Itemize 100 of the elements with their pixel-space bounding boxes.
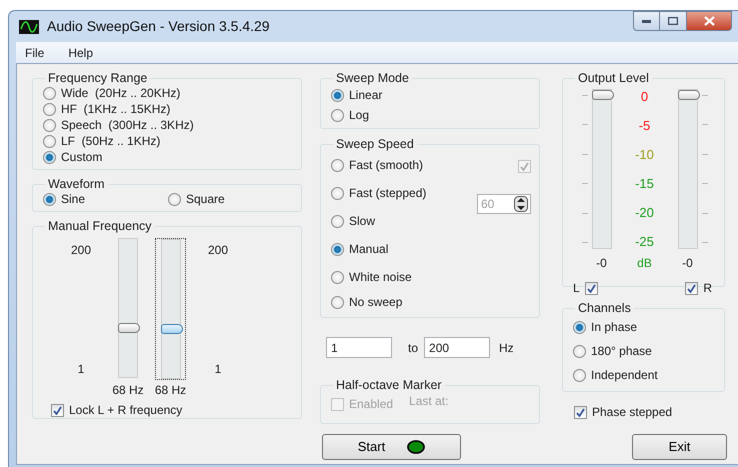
frequency-reading: 68 Hz [112,382,144,399]
group-title: Output Level [577,71,650,85]
slider-thumb[interactable] [678,90,700,100]
checkbox[interactable] [51,404,64,416]
radio-button[interactable] [43,134,56,148]
radio-label[interactable]: No sweep [349,293,402,311]
radio-button[interactable] [573,320,586,334]
tick-mark [582,242,588,243]
start-button[interactable]: Start [322,434,461,460]
exit-button[interactable]: Exit [632,434,727,460]
radio-button[interactable] [43,192,56,206]
radio-label[interactable]: Wide (20Hz .. 20KHz) [61,84,180,102]
group-title: Waveform [47,177,106,191]
radio-button[interactable] [43,118,56,132]
tick-mark [582,212,588,214]
tick-mark [582,95,588,96]
level-reading: -0 [682,255,693,272]
radio-label[interactable]: Linear [349,86,382,104]
slider-thumb[interactable] [592,90,614,100]
tick-mark [582,183,588,184]
checkbox-label[interactable]: Phase stepped [592,403,672,421]
checkbox[interactable] [685,282,698,294]
radio-button[interactable] [331,108,344,122]
radio-label[interactable]: White noise [349,268,412,286]
group-title: Manual Frequency [47,219,153,233]
scale-label: -15 [635,176,654,191]
tick-mark [582,154,588,155]
checkbox-label[interactable]: Lock L + R frequency [69,401,182,419]
radio-button[interactable] [331,296,344,308]
frequency-reading: 68 Hz [154,382,186,399]
maximize-button[interactable] [660,11,687,31]
group-title: Sweep Speed [335,137,415,151]
radio-button[interactable] [331,186,344,200]
menu-item[interactable]: Help [65,44,96,62]
scale-label: -25 [635,234,654,249]
radio-label[interactable]: Fast (stepped) [349,184,426,202]
group-title: Sweep Mode [335,71,410,85]
tick-mark [582,124,588,126]
scale-label: -10 [635,147,654,162]
checkbox[interactable] [574,406,587,418]
group-title: Half-octave Marker [335,378,443,392]
radio-button[interactable] [331,88,344,102]
radio-button[interactable] [43,102,56,116]
level-reading: -0 [596,255,607,272]
radio-label[interactable]: Custom [61,148,102,166]
radio-label[interactable]: 180° phase [591,342,652,360]
tick-mark [702,154,708,155]
field-label: to [408,340,418,356]
radio-label[interactable]: Square [186,190,225,208]
scale-label: -5 [638,118,650,133]
slider-thumb[interactable] [118,323,140,334]
radio-button[interactable] [573,368,586,382]
tick-mark [702,242,708,243]
radio-label[interactable]: Manual [349,240,388,258]
unit-label: dB [637,255,652,272]
led-icon [407,440,426,454]
window-title: Audio SweepGen - Version 3.5.4.29 [47,17,270,36]
scale-label: 1 [78,361,84,378]
input-field[interactable]: 200 [424,337,490,358]
tick-mark [702,124,708,126]
close-button[interactable] [687,11,732,31]
scale-label: 1 [214,361,222,378]
checkbox[interactable] [584,282,598,294]
checkbox-label[interactable]: R [703,279,712,297]
slider-thumb[interactable] [161,324,183,334]
radio-label[interactable]: LF (50Hz .. 1KHz) [61,132,160,150]
radio-label[interactable]: Slow [349,212,376,230]
scale-label: 0 [640,89,648,104]
scale-label: -20 [635,205,654,220]
radio-button[interactable] [331,214,344,228]
checkbox-label[interactable]: L [573,279,580,297]
radio-button[interactable] [331,270,344,284]
radio-label[interactable]: In phase [591,318,638,336]
radio-label[interactable]: Independent [591,366,658,384]
input-field[interactable]: 1 [326,337,392,358]
radio-label[interactable]: Log [349,106,370,124]
tick-mark [702,95,708,96]
menu-item[interactable]: File [22,44,48,62]
radio-label[interactable]: Speech (300Hz .. 3KHz) [61,116,194,134]
radio-button[interactable] [43,150,56,164]
app-icon [19,20,39,34]
radio-label[interactable]: HF (1KHz .. 15KHz) [61,100,170,118]
radio-label[interactable]: Sine [61,190,86,208]
maximize-icon [668,17,678,25]
status-label: Last at: [409,393,448,410]
unit-label: Hz [499,340,514,356]
radio-button[interactable] [168,192,181,206]
scale-label: 200 [70,242,92,259]
tick-mark [702,212,708,214]
group-title: Channels [577,301,632,315]
radio-button[interactable] [573,344,586,358]
radio-button[interactable] [43,86,56,100]
radio-label[interactable]: Fast (smooth) [349,156,424,174]
tick-mark [702,183,708,184]
minimize-button[interactable] [633,11,660,31]
scale-label: 200 [208,242,228,259]
group-title: Frequency Range [47,71,148,85]
radio-button[interactable] [331,242,344,256]
close-icon [704,16,714,26]
radio-button[interactable] [331,158,344,172]
